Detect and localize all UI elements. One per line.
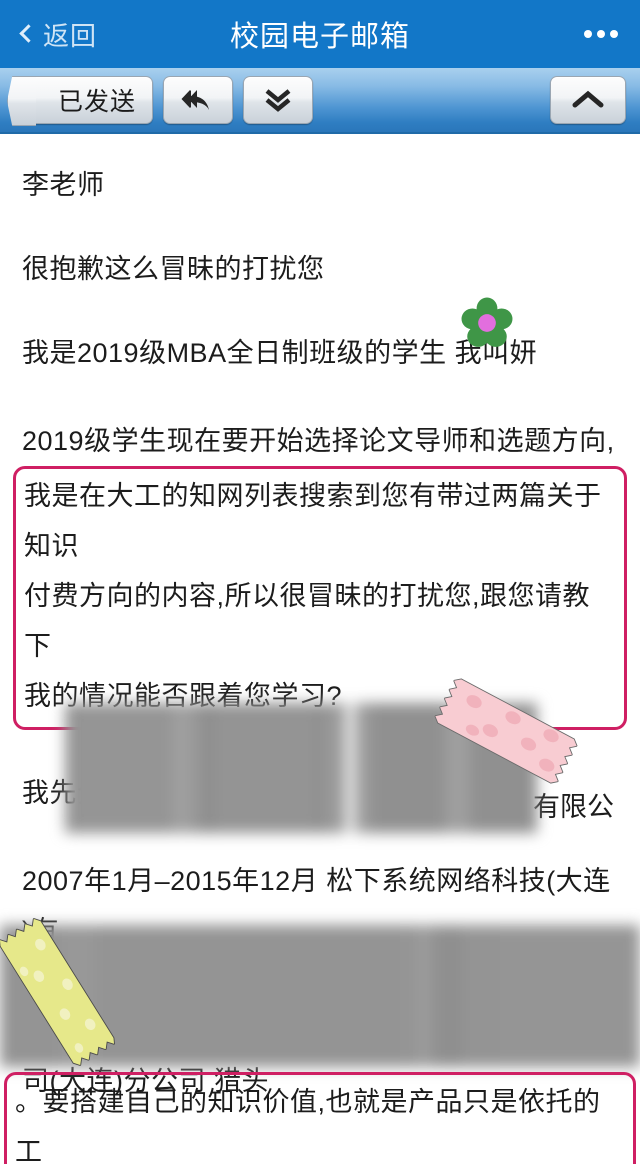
email-screen: 返回 校园电子邮箱 已发送 李老师 很抱歉这么冒昧的打扰您 我是2019级MBA… [0,0,640,1164]
ellipsis-icon-dot-2 [597,30,605,38]
mail-apology: 很抱歉这么冒昧的打扰您 [22,254,325,284]
mail-greeting: 李老师 [22,170,105,200]
highlight-line: 我是在大工的知网列表搜索到您有带过两篇关于知识 [24,481,602,561]
reply-all-button[interactable] [163,76,234,124]
back-button-label: 返回 [43,20,98,51]
ellipsis-icon-dot-3 [610,30,618,38]
collapse-header-button[interactable] [550,76,626,124]
highlight-box-request: 我是在大工的知网列表搜索到您有带过两篇关于知识 付费方向的内容,所以很冒昧的打扰… [13,466,627,730]
expand-actions-button[interactable] [243,76,314,124]
mail-body: 李老师 很抱歉这么冒昧的打扰您 我是2019级MBA全日制班级的学生 我叫妍 2… [0,134,640,1164]
ellipsis-icon-dot-1 [584,30,592,38]
navigation-bar: 返回 校园电子邮箱 [0,0,640,68]
reply-all-icon [181,90,210,110]
toolbar-left-group: 已发送 [14,76,314,124]
mail-job-entry-2: 201 [22,966,69,996]
more-options-button[interactable] [498,30,618,38]
sent-folder-label: 已发送 [58,88,137,116]
highlight-box-conclusion: 。要搭建自己的知识价值,也就是产品只是依托的工 具,知识才是付费的本身。 [4,1072,636,1164]
mail-job-entry-1: 2007年1月–2015年12月 松下系统网络科技(大连 [22,866,611,896]
chevron-double-down-icon [265,89,291,112]
mail-self-introduction: 我是2019级MBA全日制班级的学生 我叫妍 [22,338,538,368]
highlight-line: 我的情况能否跟着您学习? [24,681,343,711]
mail-job-entry-3: 201 [22,1016,69,1046]
mail-context: 2019级学生现在要开始选择论文导师和选题方向, [22,426,615,456]
mail-toolbar: 已发送 [0,68,640,134]
toolbar-right-group [550,76,626,124]
highlight-line: 。要搭建自己的知识价值,也就是产品只是依托的工 [15,1087,601,1164]
sent-folder-button[interactable]: 已发送 [28,76,154,124]
mail-personal-info-heading: 我先介绍下个人情况: [22,778,278,808]
highlight-line: 付费方向的内容,所以很冒昧的打扰您,跟您请教下 [24,581,591,661]
mail-job-entry-3-tail: 有限公 [533,792,614,822]
chevron-up-icon [572,90,604,108]
chevron-left-icon [19,24,38,43]
mail-job-entry-1-continued: )有 [22,916,59,946]
back-button[interactable]: 返回 [19,16,142,53]
